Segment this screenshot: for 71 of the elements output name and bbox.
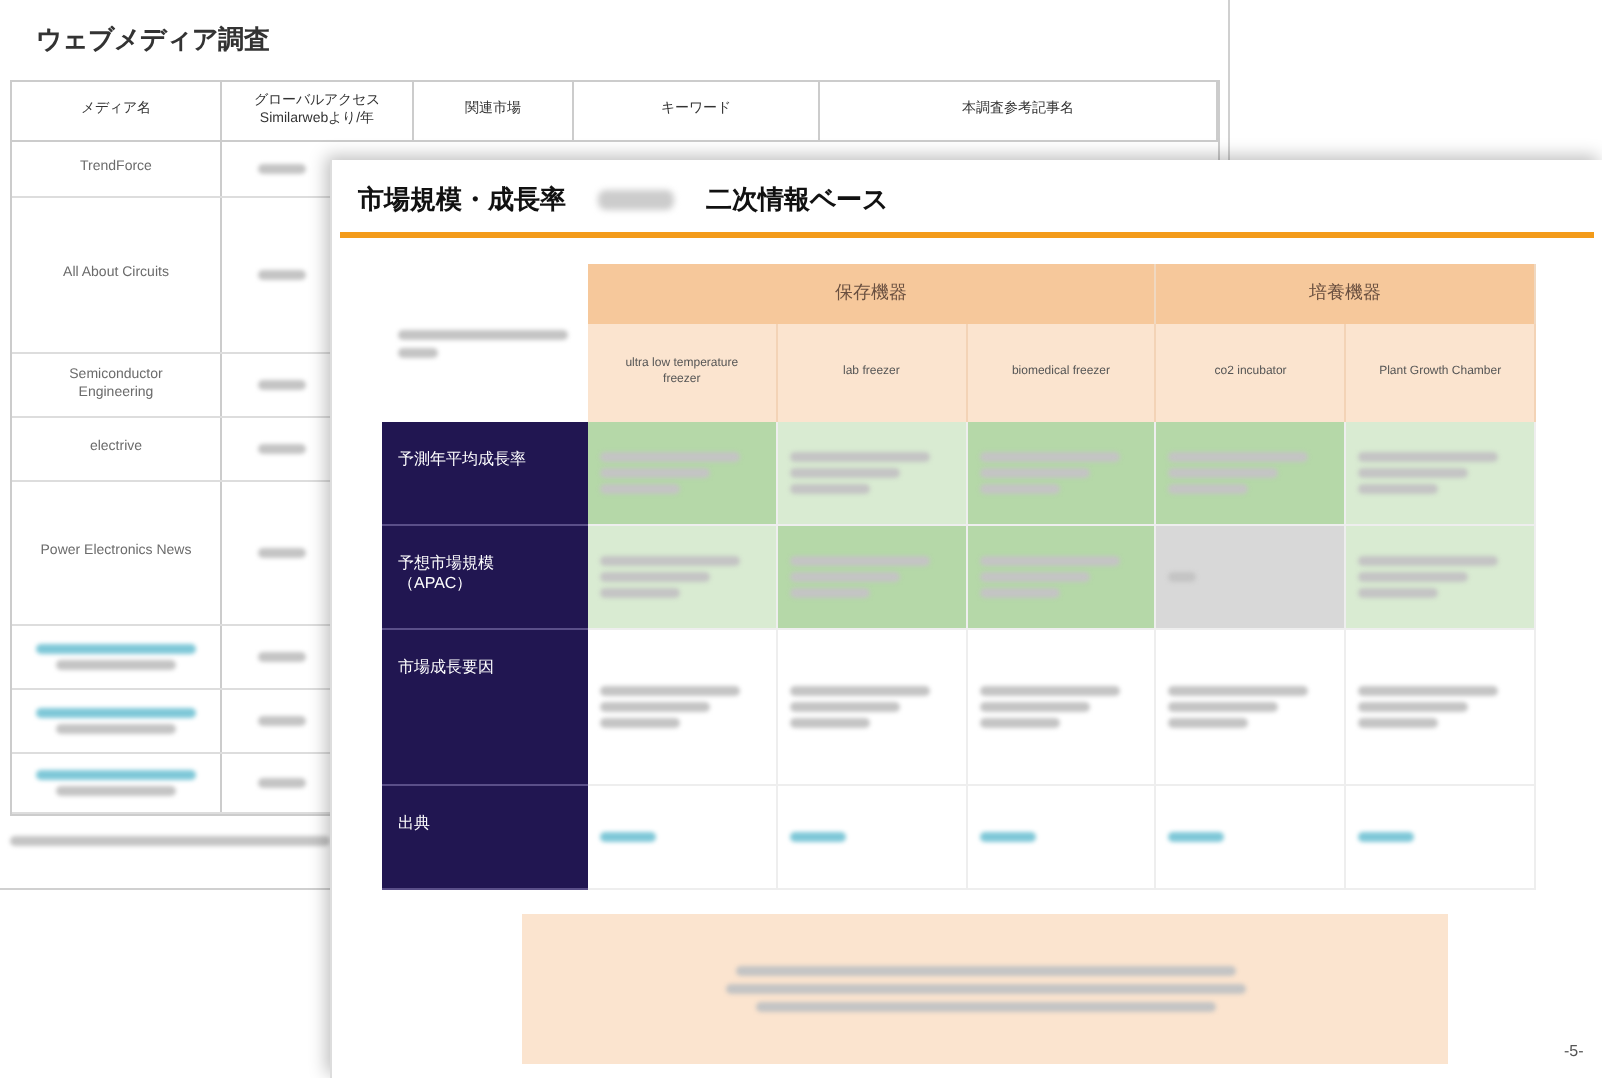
blurred-text — [1358, 556, 1499, 566]
blurred-text — [600, 468, 710, 478]
blurred-text — [258, 652, 306, 662]
row-note: （APAC） — [398, 574, 473, 594]
blurred-text — [789, 832, 846, 842]
blurred-text — [1358, 484, 1439, 494]
blurred-text — [979, 452, 1120, 462]
blurred-text — [258, 164, 306, 174]
blurred-text — [258, 380, 306, 390]
blurred-text — [600, 686, 740, 696]
blurred-text — [979, 686, 1120, 696]
blurred-text — [258, 270, 306, 280]
blurred-text — [258, 444, 306, 454]
blurred-text — [979, 702, 1090, 712]
blurred-text — [1168, 484, 1249, 494]
blurred-text — [979, 468, 1090, 478]
blurred-text — [600, 832, 656, 842]
blurred-text — [600, 718, 680, 728]
blurred-label — [598, 190, 674, 210]
blurred-text — [979, 718, 1060, 728]
blurred-text — [1168, 832, 1225, 842]
blurred-text — [789, 718, 870, 728]
blurred-text — [600, 452, 740, 462]
blurred-text — [979, 588, 1060, 598]
blurred-text — [979, 484, 1060, 494]
blurred-text — [1168, 686, 1309, 696]
blurred-text — [979, 572, 1090, 582]
blurred-text — [56, 660, 176, 670]
row-label: 出典 — [398, 814, 430, 834]
blurred-text — [56, 786, 176, 796]
blurred-text — [600, 572, 710, 582]
blurred-text — [1358, 452, 1499, 462]
blurred-text — [789, 484, 870, 494]
blurred-text — [789, 588, 870, 598]
blurred-text — [789, 556, 930, 566]
blurred-text — [789, 572, 900, 582]
blurred-text — [979, 556, 1120, 566]
blurred-text — [258, 778, 306, 788]
blurred-text — [600, 484, 680, 494]
blurred-text — [1168, 452, 1309, 462]
blurred-text — [1358, 468, 1469, 478]
blurred-text — [1168, 718, 1249, 728]
blurred-text — [1358, 572, 1469, 582]
blurred-text — [600, 702, 710, 712]
blurred-text — [1358, 718, 1439, 728]
blurred-text — [789, 702, 900, 712]
blurred-text — [56, 724, 176, 734]
blurred-text — [600, 556, 740, 566]
blurred-text — [789, 452, 930, 462]
blurred-text — [258, 716, 306, 726]
group-header: 保存機器 — [588, 264, 1156, 324]
blurred-text — [1168, 702, 1279, 712]
row-label: 市場成長要因 — [398, 658, 494, 678]
blurred-text — [258, 548, 306, 558]
row-label: 予想市場規模 — [398, 554, 494, 574]
blurred-text — [1358, 832, 1415, 842]
slide-subtitle: 二次情報ベース — [706, 182, 888, 219]
blurred-text — [789, 468, 900, 478]
blurred-text — [1168, 468, 1279, 478]
row-label: 予測年平均成長率 — [398, 450, 526, 470]
blurred-text — [979, 832, 1036, 842]
blurred-text — [1358, 702, 1469, 712]
blurred-text — [1358, 686, 1499, 696]
blurred-text — [789, 686, 930, 696]
page-number: -5- — [1564, 1040, 1584, 1064]
blurred-text — [398, 347, 438, 357]
slide-title: 市場規模・成長率 — [358, 182, 566, 219]
blurred-text — [1358, 588, 1439, 598]
blurred-text — [600, 588, 680, 598]
slide-title: ウェブメディア調査 — [34, 22, 272, 58]
group-header: 培養機器 — [1156, 264, 1536, 324]
